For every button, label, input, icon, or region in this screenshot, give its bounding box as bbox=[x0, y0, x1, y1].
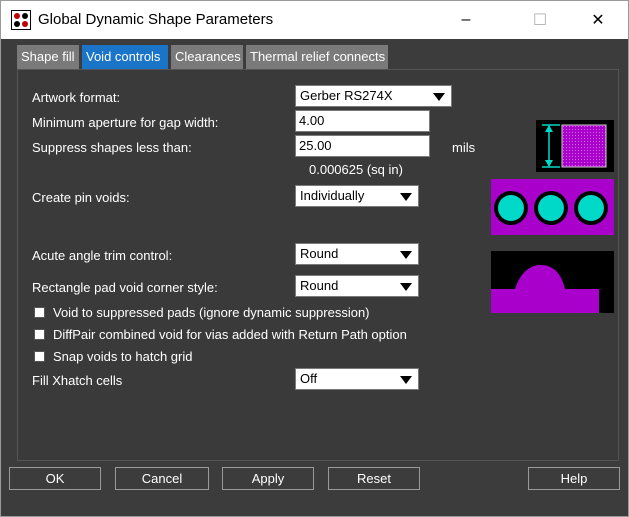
tab-clearances[interactable]: Clearances bbox=[171, 45, 243, 69]
pin-voids-select[interactable]: Individually bbox=[295, 185, 419, 207]
tab-thermal-relief-connects[interactable]: Thermal relief connects bbox=[246, 45, 388, 69]
min-aperture-preview bbox=[536, 120, 614, 172]
checkbox-label: Void to suppressed pads (ignore dynamic … bbox=[53, 305, 370, 320]
title-bar: Global Dynamic Shape Parameters – ☐ ✕ bbox=[1, 1, 628, 39]
pin-voids-value: Individually bbox=[300, 188, 365, 203]
snap-voids-checkbox[interactable]: Snap voids to hatch grid bbox=[34, 349, 192, 364]
checkbox-label: Snap voids to hatch grid bbox=[53, 349, 193, 364]
acute-angle-value: Round bbox=[300, 246, 339, 261]
acute-angle-select[interactable]: Round bbox=[295, 243, 419, 265]
shape-parameters-icon bbox=[11, 10, 31, 30]
fill-xhatch-label: Fill Xhatch cells bbox=[32, 373, 123, 388]
acute-angle-diagram bbox=[491, 251, 614, 313]
artwork-format-value: Gerber RS274X bbox=[300, 88, 393, 103]
pin-voids-preview bbox=[491, 179, 614, 235]
artwork-format-label: Artwork format: bbox=[32, 90, 121, 105]
chevron-down-icon bbox=[400, 193, 412, 201]
minimize-icon: – bbox=[461, 11, 471, 28]
chevron-down-icon bbox=[400, 376, 412, 384]
suppress-shapes-label: Suppress shapes less than: bbox=[32, 140, 192, 155]
artwork-format-select[interactable]: Gerber RS274X bbox=[295, 85, 452, 107]
fill-xhatch-value: Off bbox=[300, 371, 318, 386]
dialog-window: Global Dynamic Shape Parameters – ☐ ✕ Sh… bbox=[0, 0, 629, 517]
acute-angle-label: Acute angle trim control: bbox=[32, 248, 173, 263]
min-aperture-field[interactable]: 4.00 bbox=[295, 110, 430, 132]
void-controls-panel: Artwork format: Gerber RS274X Minimum ap… bbox=[17, 69, 619, 461]
checkbox-icon bbox=[34, 307, 45, 318]
cancel-button[interactable]: Cancel bbox=[115, 467, 209, 490]
suppress-area-readout: 0.000625 (sq in) bbox=[309, 162, 403, 177]
acute-angle-preview bbox=[491, 251, 614, 313]
checkbox-icon bbox=[34, 351, 45, 362]
close-icon: ✕ bbox=[591, 12, 605, 29]
min-aperture-label: Minimum aperture for gap width: bbox=[32, 115, 219, 130]
close-button[interactable]: ✕ bbox=[575, 1, 621, 39]
suppress-shapes-field[interactable]: 25.00 bbox=[295, 135, 430, 157]
maximize-icon: ☐ bbox=[532, 12, 548, 29]
rect-corner-label: Rectangle pad void corner style: bbox=[32, 280, 218, 295]
void-suppressed-pads-checkbox[interactable]: Void to suppressed pads (ignore dynamic … bbox=[34, 305, 370, 320]
rect-corner-value: Round bbox=[300, 278, 339, 293]
minimize-button[interactable]: – bbox=[443, 1, 489, 39]
pin-voids-label: Create pin voids: bbox=[32, 190, 130, 205]
tab-shape-fill[interactable]: Shape fill bbox=[17, 45, 79, 69]
suppress-unit-label: mils bbox=[452, 140, 476, 155]
aperture-gap-diagram bbox=[542, 124, 607, 168]
help-button[interactable]: Help bbox=[528, 467, 620, 490]
tab-void-controls[interactable]: Void controls bbox=[82, 45, 168, 69]
maximize-button[interactable]: ☐ bbox=[517, 1, 563, 39]
window-title: Global Dynamic Shape Parameters bbox=[38, 11, 274, 28]
rect-corner-select[interactable]: Round bbox=[295, 275, 419, 297]
diffpair-combined-void-checkbox[interactable]: DiffPair combined void for vias added wi… bbox=[34, 327, 407, 342]
fill-xhatch-select[interactable]: Off bbox=[295, 368, 419, 390]
apply-button[interactable]: Apply bbox=[222, 467, 314, 490]
ok-button[interactable]: OK bbox=[9, 467, 101, 490]
reset-button[interactable]: Reset bbox=[328, 467, 420, 490]
checkbox-label: DiffPair combined void for vias added wi… bbox=[53, 327, 407, 342]
pin-voids-diagram bbox=[491, 179, 614, 235]
chevron-down-icon bbox=[400, 283, 412, 291]
checkbox-icon bbox=[34, 329, 45, 340]
chevron-down-icon bbox=[433, 93, 445, 101]
chevron-down-icon bbox=[400, 251, 412, 259]
